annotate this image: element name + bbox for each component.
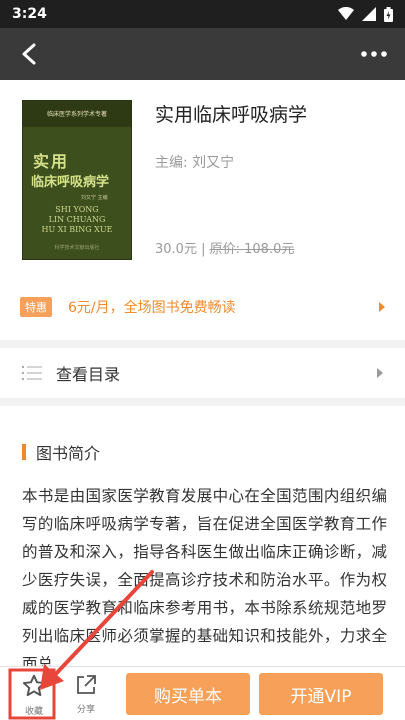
wifi-icon [338, 7, 354, 20]
promo-text: 6元/月，全场图书免费畅读 [68, 300, 236, 316]
back-button[interactable] [14, 39, 44, 69]
favorite-label: 收藏 [24, 707, 43, 717]
share-icon [77, 675, 96, 694]
cover-pinyin-line2: LIN CHUANG [48, 215, 106, 224]
original-price-label: 原价: [209, 242, 245, 257]
promo-badge: 特惠 [20, 297, 52, 317]
intro-title: 图书简介 [36, 444, 101, 463]
price-separator: | [196, 242, 210, 257]
cover-title-line1: 实用 [33, 152, 70, 171]
status-time: 3:24 [12, 6, 47, 22]
toc-label: 查看目录 [56, 365, 121, 384]
buy-single-button[interactable]: 购买单本 [126, 673, 250, 715]
cover-pinyin-line1: SHI YONG [55, 205, 99, 214]
chevron-right-icon [379, 302, 385, 312]
more-options-button[interactable] [357, 39, 391, 69]
battery-icon [384, 6, 393, 22]
cover-pinyin: SHI YONG LIN CHUANG HU XI BING XUE [23, 205, 131, 235]
cover-pinyin-line3: HU XI BING XUE [41, 225, 113, 234]
book-info-card: 临床医学系列学术专著 实用 临床呼吸病学 刘又宁 主编 SHI YONG LIN… [0, 80, 405, 340]
status-icons [338, 6, 393, 22]
book-intro-section: 图书简介 本书是由国家医学教育发展中心在全国范围内组织编写的临床呼吸病学专著，旨… [0, 406, 405, 673]
section-accent-bar [22, 444, 26, 460]
cover-title-line2: 临床呼吸病学 [31, 175, 110, 190]
intro-text: 本书是由国家医学教育发展中心在全国范围内组织编写的临床呼吸病学专著，旨在促进全国… [22, 487, 387, 673]
favorite-button[interactable]: 收藏 [14, 673, 54, 719]
list-icon [22, 366, 42, 380]
intro-header: 图书简介 [22, 440, 100, 464]
cover-publisher: 科学技术文献出版社 [54, 245, 100, 251]
cover-author: 刘又宁 主编 [81, 195, 108, 201]
share-button[interactable]: 分享 [66, 673, 106, 719]
open-vip-button[interactable]: 开通VIP [259, 673, 383, 715]
signal-icon [362, 7, 376, 21]
status-bar: 3:24 [0, 0, 405, 28]
vip-promo-banner[interactable]: 特惠 6元/月，全场图书免费畅读 [20, 295, 385, 319]
book-cover: 临床医学系列学术专著 实用 临床呼吸病学 刘又宁 主编 SHI YONG LIN… [22, 100, 132, 260]
star-icon [22, 674, 46, 697]
app-bar [0, 28, 405, 80]
book-editor: 主编: 刘又宁 [155, 155, 235, 171]
chevron-right-icon [377, 368, 383, 378]
current-price: 30.0元 [155, 242, 197, 257]
more-dots-icon [361, 51, 387, 57]
share-label: 分享 [76, 705, 95, 715]
cover-series: 临床医学系列学术专著 [23, 101, 131, 127]
original-price: 108.0元 [244, 242, 295, 257]
back-arrow-icon [22, 43, 36, 65]
table-of-contents-row[interactable]: 查看目录 [0, 348, 405, 398]
book-title: 实用临床呼吸病学 [155, 104, 308, 126]
bottom-action-bar: 收藏 分享 购买单本 开通VIP [0, 666, 405, 720]
book-price: 30.0元 | 原价: 108.0元 [155, 238, 294, 257]
